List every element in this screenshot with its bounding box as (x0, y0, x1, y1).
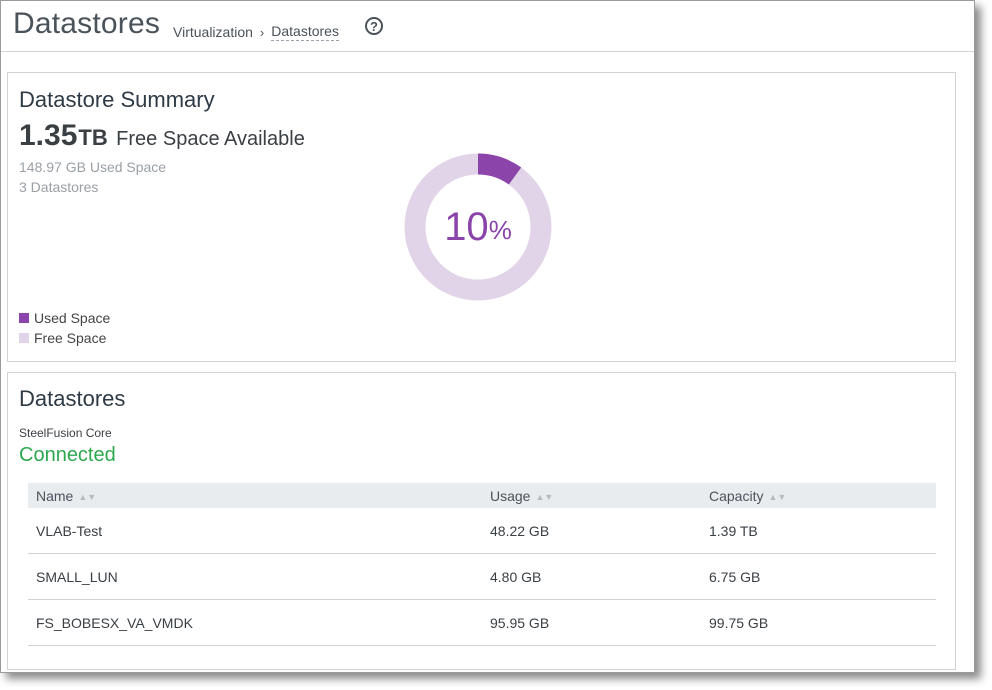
breadcrumb-datastores[interactable]: Datastores (271, 23, 339, 41)
free-space-label: Free Space Available (116, 128, 305, 150)
used-space-text: 148.97 GB Used Space (19, 159, 167, 175)
table-row[interactable]: FS_BOBESX_VA_VMDK 95.95 GB 99.75 GB (28, 599, 936, 646)
column-header-usage[interactable]: Usage ▲▼ (482, 483, 701, 508)
datastores-table: Name ▲▼ Usage ▲▼ Capacity ▲▼ VLAB-Test 48.2… (28, 483, 936, 646)
table-row[interactable]: SMALL_LUN 4.80 GB 6.75 GB (28, 553, 936, 600)
cell-usage: 48.22 GB (482, 508, 701, 554)
cell-capacity: 1.39 TB (701, 508, 936, 554)
legend-swatch-free (19, 333, 29, 343)
datastores-panel: Datastores SteelFusion Core Connected Na… (7, 372, 956, 670)
sort-icon[interactable]: ▲▼ (78, 492, 96, 502)
cell-usage: 95.95 GB (482, 599, 701, 646)
donut-free-arc (404, 153, 552, 301)
legend-item-free: Free Space (19, 328, 110, 348)
cell-capacity: 99.75 GB (701, 599, 936, 646)
legend-label-used: Used Space (34, 310, 111, 326)
cell-name: FS_BOBESX_VA_VMDK (28, 599, 482, 646)
app-window: Datastores Virtualization › Datastores ?… (0, 0, 975, 673)
chart-legend: Used Space Free Space (19, 308, 110, 348)
cell-usage: 4.80 GB (482, 553, 701, 600)
page-title: Datastores (13, 7, 161, 40)
summary-title: Datastore Summary (19, 87, 215, 112)
datastore-summary-panel: Datastore Summary 1.35TB Free Space Avai… (7, 72, 956, 362)
cell-name: SMALL_LUN (28, 553, 482, 600)
free-space-value: 1.35 (19, 119, 78, 152)
free-space-line: 1.35TB Free Space Available (19, 119, 305, 153)
breadcrumb: Virtualization › Datastores (173, 23, 339, 41)
column-header-name[interactable]: Name ▲▼ (28, 483, 482, 508)
legend-label-free: Free Space (34, 330, 107, 346)
datastores-title: Datastores (19, 386, 126, 411)
cell-name: VLAB-Test (28, 508, 482, 554)
legend-item-used: Used Space (19, 308, 110, 328)
sort-icon[interactable]: ▲▼ (768, 492, 786, 502)
usage-donut-chart (404, 153, 552, 301)
column-header-capacity[interactable]: Capacity ▲▼ (701, 483, 936, 508)
free-space-unit: TB (78, 125, 108, 150)
core-status: Connected (19, 444, 116, 466)
sort-icon[interactable]: ▲▼ (535, 492, 553, 502)
core-label: SteelFusion Core (19, 426, 112, 440)
table-header-row: Name ▲▼ Usage ▲▼ Capacity ▲▼ (28, 483, 936, 508)
breadcrumb-virtualization[interactable]: Virtualization (173, 24, 253, 40)
cell-capacity: 6.75 GB (701, 553, 936, 600)
donut-used-arc (477, 153, 522, 185)
breadcrumb-separator-icon: › (259, 24, 265, 40)
page-header: Datastores Virtualization › Datastores ? (1, 1, 974, 52)
help-icon[interactable]: ? (365, 17, 383, 35)
legend-swatch-used (19, 313, 29, 323)
table-row[interactable]: VLAB-Test 48.22 GB 1.39 TB (28, 508, 936, 554)
datastore-count: 3 Datastores (19, 179, 99, 195)
